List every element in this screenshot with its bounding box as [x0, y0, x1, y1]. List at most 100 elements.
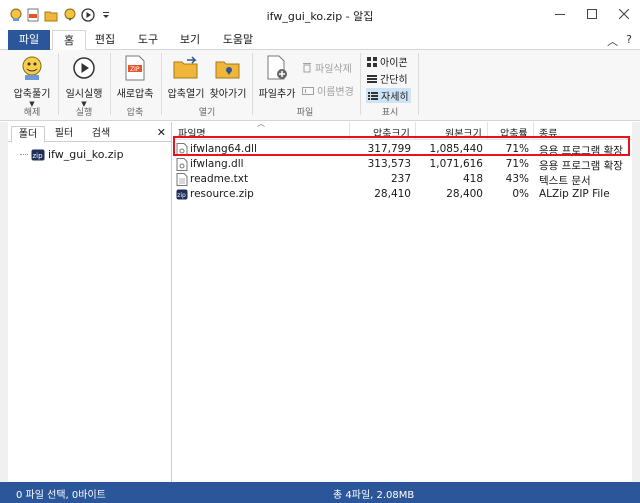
delete-file-label: 파일삭제 — [315, 64, 352, 75]
find-location-button[interactable]: 찾아가기 — [206, 54, 250, 100]
tab-edit[interactable]: 편집 — [88, 30, 122, 50]
file-type: ALZip ZIP File — [539, 188, 610, 200]
panel-close-icon[interactable]: ✕ — [157, 126, 166, 139]
group-label-open: 열기 — [198, 108, 216, 118]
file-name: resource.zip — [190, 188, 254, 200]
collapse-ribbon-icon[interactable]: ︿ — [607, 33, 618, 49]
ribbon-panel: 압축풀기 ▼ 해제 일시실행 ▼ 실행 ZIP 새로압축 압축 압축열기 찾아가… — [0, 50, 640, 121]
open-zip-button[interactable]: 압축열기 — [164, 54, 208, 100]
extract-label: 압축풀기 — [13, 89, 51, 100]
svg-text:ZIP: ZIP — [130, 66, 140, 73]
group-label-compress: 압축 — [126, 108, 144, 118]
find-location-label: 찾아가기 — [209, 89, 247, 100]
add-file-button[interactable]: 파일추가 — [255, 54, 299, 100]
trash-icon — [303, 63, 311, 73]
highlight-box — [173, 136, 630, 156]
table-row[interactable]: ifwlang.dll 313,573 1,071,616 71% 응용 프로그… — [173, 157, 632, 172]
folder-panel: 폴더 필터 검색 ✕ zip ifw_gui_ko.zip — [8, 122, 172, 482]
file-list: ︿ 파일명 압축크기 원본크기 압축률 종류 ifwlang64.dll 317… — [173, 119, 632, 482]
svg-text:zip: zip — [177, 192, 186, 199]
rename-label: 이름변경 — [317, 87, 354, 98]
view-detail-label: 자세히 — [381, 92, 409, 103]
group-separator — [360, 53, 361, 115]
dll-file-icon — [176, 158, 188, 171]
tree-connector — [20, 154, 28, 155]
compressed-size: 237 — [390, 173, 411, 185]
selection-status: 0 파일 선택, 0바이트 — [16, 490, 106, 501]
zip-archive-icon: zip — [31, 149, 45, 160]
title-bar: ifw_gui_ko.zip - 알집 — [0, 0, 640, 30]
delete-file-button[interactable]: 파일삭제 — [302, 60, 352, 75]
table-row[interactable]: zip resource.zip 28,410 28,400 0% ALZip … — [173, 187, 632, 202]
tab-file[interactable]: 파일 — [8, 30, 50, 50]
file-name: ifwlang.dll — [190, 158, 244, 170]
rename-button[interactable]: 이름변경 — [302, 83, 354, 98]
group-separator — [252, 53, 253, 115]
group-separator — [418, 53, 419, 115]
ribbon-tab-bar: 파일 홈 편집 도구 보기 도움말 — [0, 30, 640, 51]
view-detail-button[interactable]: 자세히 — [366, 88, 411, 103]
compression-ratio: 43% — [505, 173, 529, 185]
group-separator — [58, 53, 59, 115]
help-question-icon[interactable]: ? — [626, 33, 632, 49]
maximize-icon[interactable] — [576, 0, 608, 28]
original-size: 418 — [462, 173, 483, 185]
add-file-large-icon — [262, 54, 292, 82]
view-icons-button[interactable]: 아이콘 — [367, 54, 408, 69]
find-folder-large-icon — [213, 54, 243, 82]
pause-run-label: 일시실행 — [65, 89, 103, 100]
add-file-label: 파일추가 — [258, 89, 296, 100]
open-zip-label: 압축열기 — [167, 89, 205, 100]
tab-home[interactable]: 홈 — [52, 30, 86, 51]
tree-item-label: ifw_gui_ko.zip — [48, 148, 124, 161]
table-row[interactable]: readme.txt 237 418 43% 텍스트 문서 — [173, 172, 632, 187]
group-label-display: 표시 — [381, 108, 399, 118]
group-separator — [110, 53, 111, 115]
new-zip-large-icon: ZIP — [120, 54, 150, 82]
tab-filter[interactable]: 필터 — [47, 126, 81, 142]
help-area: ︿ ? — [607, 33, 632, 49]
tab-search[interactable]: 검색 — [83, 126, 119, 142]
detail-view-icon — [368, 91, 378, 100]
new-zip-button[interactable]: ZIP 새로압축 — [113, 54, 157, 100]
panel-tab-bar: 폴더 필터 검색 ✕ — [8, 124, 172, 143]
compression-ratio: 71% — [505, 158, 529, 170]
text-file-icon — [176, 173, 188, 186]
extract-button[interactable]: 압축풀기 ▼ — [10, 54, 54, 108]
tree-item-archive[interactable]: zip ifw_gui_ko.zip — [20, 148, 124, 161]
grid-view-icon — [367, 56, 377, 67]
minimize-icon[interactable] — [544, 0, 576, 28]
rename-icon — [302, 86, 314, 95]
zip-file-icon: zip — [176, 189, 188, 200]
original-size: 28,400 — [446, 188, 483, 200]
tab-tools[interactable]: 도구 — [130, 30, 166, 50]
svg-text:zip: zip — [33, 152, 44, 160]
view-simple-button[interactable]: 간단히 — [367, 71, 408, 86]
compression-ratio: 0% — [512, 188, 529, 200]
archive-total-status: 총 4파일, 2.08MB — [333, 490, 415, 501]
sort-arrow-icon: ︿ — [257, 119, 265, 128]
view-icons-label: 아이콘 — [380, 58, 408, 69]
tab-help[interactable]: 도움말 — [216, 30, 260, 50]
window-controls — [544, 0, 640, 28]
pause-run-button[interactable]: 일시실행 ▼ — [62, 54, 106, 108]
compressed-size: 28,410 — [374, 188, 411, 200]
file-type: 텍스트 문서 — [539, 175, 591, 187]
compressed-size: 313,573 — [367, 158, 411, 170]
status-bar: 0 파일 선택, 0바이트 총 4파일, 2.08MB — [0, 482, 640, 503]
group-label-file: 파일 — [296, 108, 314, 118]
view-simple-label: 간단히 — [380, 75, 408, 86]
file-name: readme.txt — [190, 173, 249, 185]
group-separator — [161, 53, 162, 115]
file-type: 응용 프로그램 확장 — [539, 160, 623, 172]
group-label-run: 실행 — [75, 108, 93, 118]
close-icon[interactable] — [608, 0, 640, 28]
open-zip-large-icon — [171, 54, 201, 82]
window-left-border — [0, 122, 8, 482]
group-label-release: 해제 — [23, 108, 41, 118]
play-large-icon — [69, 54, 99, 82]
tab-folder[interactable]: 폴더 — [11, 126, 45, 143]
new-zip-label: 새로압축 — [116, 89, 154, 100]
original-size: 1,071,616 — [429, 158, 483, 170]
tab-view[interactable]: 보기 — [172, 30, 208, 50]
